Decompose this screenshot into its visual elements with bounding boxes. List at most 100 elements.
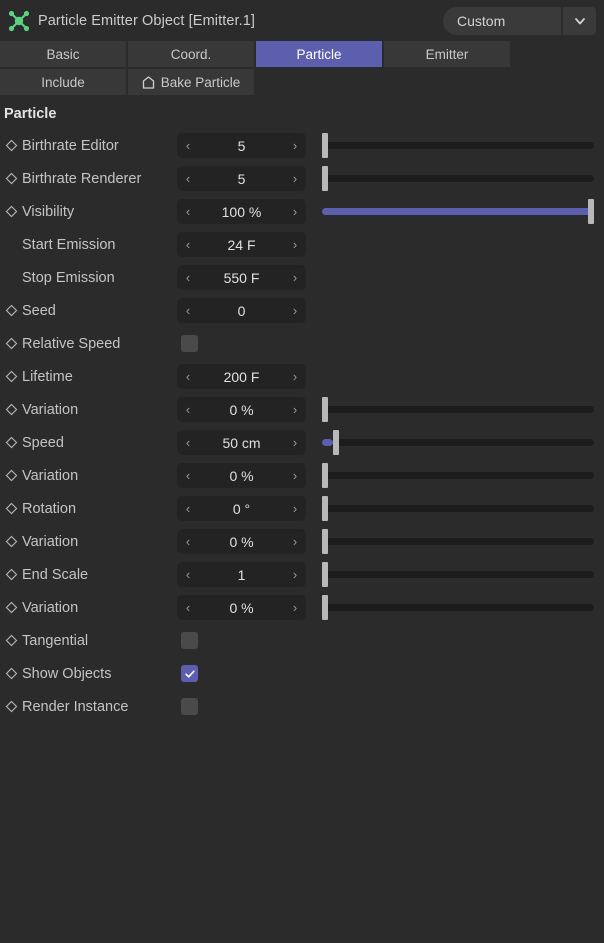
slider-handle[interactable] <box>322 133 328 158</box>
number-field-birthrate-editor[interactable]: ‹ 5 › <box>177 133 306 158</box>
slider-rotation[interactable] <box>322 496 594 521</box>
slider-visibility[interactable] <box>322 199 594 224</box>
number-field-start-emission[interactable]: ‹ 24 F › <box>177 232 306 257</box>
chevron-left-icon[interactable]: ‹ <box>177 601 199 614</box>
number-field-value[interactable]: 24 F <box>199 237 284 253</box>
keyframe-diamond-icon[interactable] <box>0 568 22 581</box>
keyframe-diamond-icon[interactable] <box>0 469 22 482</box>
number-field-value[interactable]: 50 cm <box>199 435 284 451</box>
keyframe-diamond-icon[interactable] <box>0 436 22 449</box>
slider-end-scale[interactable] <box>322 562 594 587</box>
slider-track[interactable] <box>322 472 594 479</box>
slider-speed[interactable] <box>322 430 594 455</box>
number-field-speed[interactable]: ‹ 50 cm › <box>177 430 306 455</box>
number-field-variation[interactable]: ‹ 0 % › <box>177 463 306 488</box>
number-field-value[interactable]: 0 % <box>199 468 284 484</box>
slider-variation[interactable] <box>322 529 594 554</box>
chevron-right-icon[interactable]: › <box>284 535 306 548</box>
slider-handle[interactable] <box>322 562 328 587</box>
checkbox-relative-speed[interactable] <box>181 335 198 352</box>
slider-variation[interactable] <box>322 397 594 422</box>
checkbox-render-instance[interactable] <box>181 698 198 715</box>
number-field-value[interactable]: 0 <box>199 303 284 319</box>
chevron-right-icon[interactable]: › <box>284 436 306 449</box>
chevron-left-icon[interactable]: ‹ <box>177 568 199 581</box>
keyframe-diamond-icon[interactable] <box>0 139 22 152</box>
keyframe-diamond-icon[interactable] <box>0 502 22 515</box>
slider-birthrate-renderer[interactable] <box>322 166 594 191</box>
tab-emitter[interactable]: Emitter <box>384 41 510 67</box>
number-field-birthrate-renderer[interactable]: ‹ 5 › <box>177 166 306 191</box>
chevron-left-icon[interactable]: ‹ <box>177 139 199 152</box>
number-field-value[interactable]: 100 % <box>199 204 284 220</box>
chevron-left-icon[interactable]: ‹ <box>177 172 199 185</box>
keyframe-diamond-icon[interactable] <box>0 403 22 416</box>
number-field-value[interactable]: 1 <box>199 567 284 583</box>
slider-variation[interactable] <box>322 595 594 620</box>
slider-track[interactable] <box>322 505 594 512</box>
slider-handle[interactable] <box>322 496 328 521</box>
keyframe-diamond-icon[interactable] <box>0 205 22 218</box>
slider-variation[interactable] <box>322 463 594 488</box>
keyframe-diamond-icon[interactable] <box>0 304 22 317</box>
chevron-left-icon[interactable]: ‹ <box>177 304 199 317</box>
tab-basic[interactable]: Basic <box>0 41 126 67</box>
tab-bake-particle[interactable]: Bake Particle <box>128 69 254 95</box>
chevron-right-icon[interactable]: › <box>284 139 306 152</box>
number-field-value[interactable]: 550 F <box>199 270 284 286</box>
slider-handle[interactable] <box>322 397 328 422</box>
chevron-left-icon[interactable]: ‹ <box>177 403 199 416</box>
slider-handle[interactable] <box>588 199 594 224</box>
tab-coord[interactable]: Coord. <box>128 41 254 67</box>
number-field-variation[interactable]: ‹ 0 % › <box>177 595 306 620</box>
checkbox-tangential[interactable] <box>181 632 198 649</box>
keyframe-diamond-icon[interactable] <box>0 370 22 383</box>
slider-track[interactable] <box>322 175 594 182</box>
number-field-rotation[interactable]: ‹ 0 ° › <box>177 496 306 521</box>
slider-handle[interactable] <box>322 463 328 488</box>
number-field-stop-emission[interactable]: ‹ 550 F › <box>177 265 306 290</box>
slider-track[interactable] <box>322 439 594 446</box>
chevron-left-icon[interactable]: ‹ <box>177 436 199 449</box>
keyframe-diamond-icon[interactable] <box>0 667 22 680</box>
tab-particle[interactable]: Particle <box>256 41 382 67</box>
slider-track[interactable] <box>322 142 594 149</box>
slider-handle[interactable] <box>322 529 328 554</box>
keyframe-diamond-icon[interactable] <box>0 172 22 185</box>
slider-birthrate-editor[interactable] <box>322 133 594 158</box>
slider-track[interactable] <box>322 406 594 413</box>
keyframe-diamond-icon[interactable] <box>0 700 22 713</box>
number-field-seed[interactable]: ‹ 0 › <box>177 298 306 323</box>
number-field-end-scale[interactable]: ‹ 1 › <box>177 562 306 587</box>
chevron-down-icon[interactable] <box>563 6 596 35</box>
chevron-left-icon[interactable]: ‹ <box>177 535 199 548</box>
chevron-right-icon[interactable]: › <box>284 469 306 482</box>
chevron-right-icon[interactable]: › <box>284 568 306 581</box>
chevron-right-icon[interactable]: › <box>284 271 306 284</box>
chevron-right-icon[interactable]: › <box>284 601 306 614</box>
tab-include[interactable]: Include <box>0 69 126 95</box>
number-field-value[interactable]: 5 <box>199 171 284 187</box>
number-field-variation[interactable]: ‹ 0 % › <box>177 397 306 422</box>
number-field-value[interactable]: 0 ° <box>199 501 284 517</box>
keyframe-diamond-icon[interactable] <box>0 634 22 647</box>
chevron-right-icon[interactable]: › <box>284 370 306 383</box>
chevron-right-icon[interactable]: › <box>284 238 306 251</box>
checkbox-show-objects[interactable] <box>181 665 198 682</box>
keyframe-diamond-icon[interactable] <box>0 337 22 350</box>
number-field-value[interactable]: 0 % <box>199 600 284 616</box>
slider-track[interactable] <box>322 571 594 578</box>
preset-dropdown-value[interactable]: Custom <box>443 6 561 35</box>
chevron-left-icon[interactable]: ‹ <box>177 370 199 383</box>
slider-handle[interactable] <box>322 166 328 191</box>
chevron-right-icon[interactable]: › <box>284 205 306 218</box>
number-field-value[interactable]: 0 % <box>199 534 284 550</box>
number-field-value[interactable]: 0 % <box>199 402 284 418</box>
slider-track[interactable] <box>322 538 594 545</box>
chevron-left-icon[interactable]: ‹ <box>177 469 199 482</box>
slider-handle[interactable] <box>322 595 328 620</box>
chevron-left-icon[interactable]: ‹ <box>177 502 199 515</box>
chevron-right-icon[interactable]: › <box>284 172 306 185</box>
chevron-right-icon[interactable]: › <box>284 304 306 317</box>
number-field-value[interactable]: 200 F <box>199 369 284 385</box>
